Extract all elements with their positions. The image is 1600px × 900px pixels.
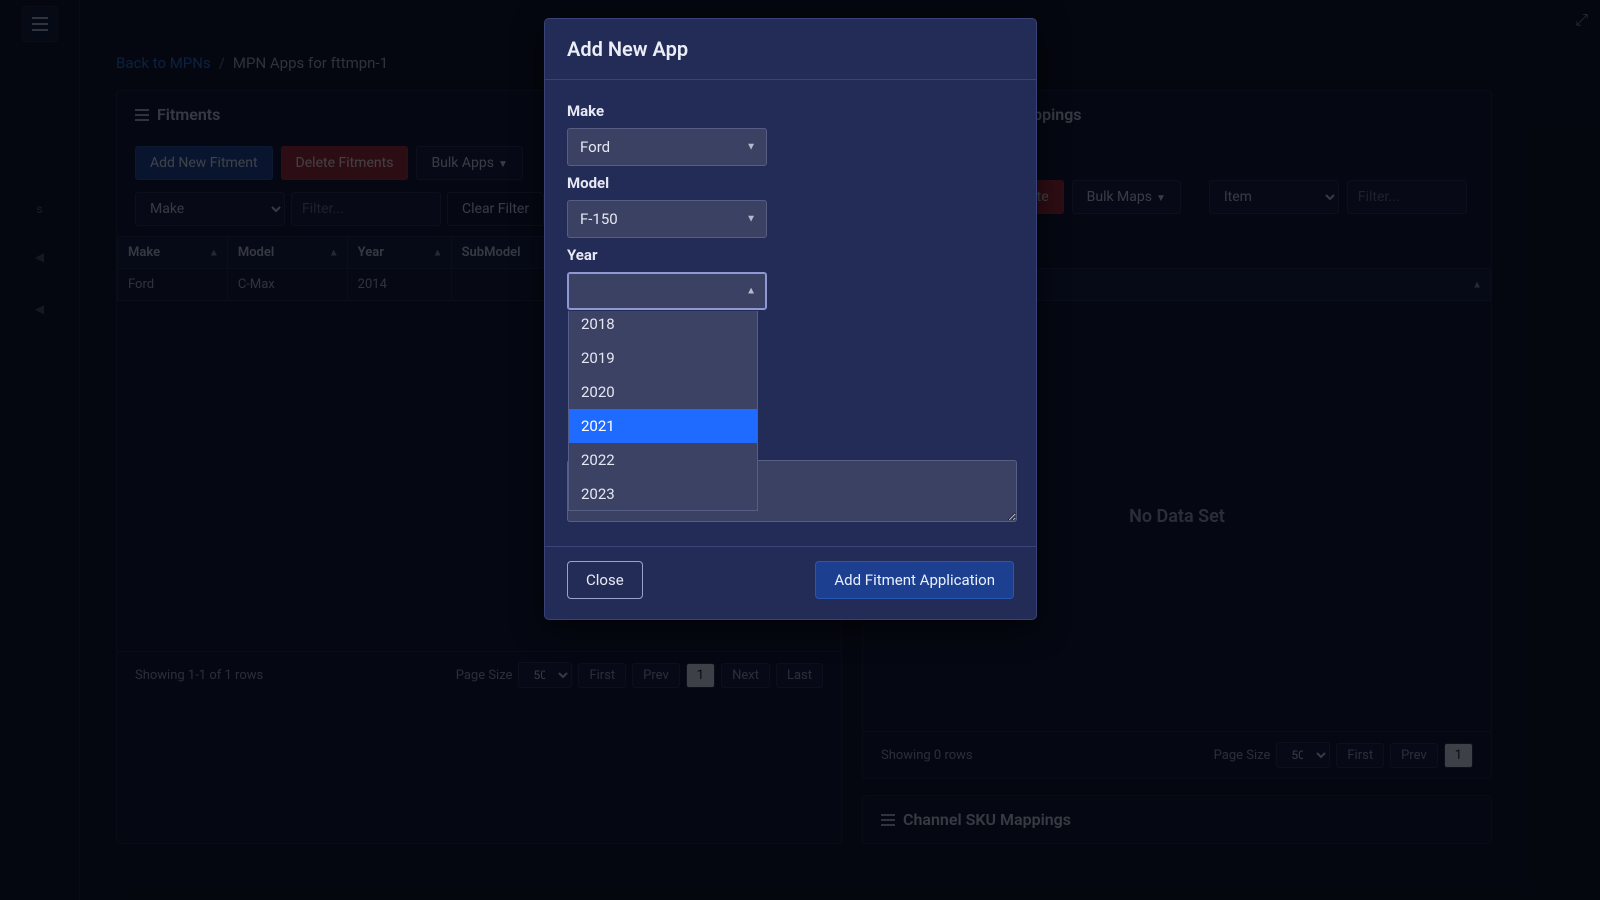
year-dropdown-scroll[interactable]: 201820192020202120222023 [569, 311, 757, 511]
model-select-value: F-150 [580, 210, 618, 228]
year-option[interactable]: 2023 [569, 477, 757, 511]
year-option[interactable]: 2019 [569, 341, 757, 375]
year-option[interactable]: 2022 [569, 443, 757, 477]
year-option[interactable]: 2021 [569, 409, 757, 443]
chevron-down-icon: ▼ [746, 142, 756, 153]
model-select[interactable]: F-150 ▼ [567, 200, 767, 238]
year-dropdown: 201820192020202120222023 [568, 311, 758, 511]
modal-title: Add New App [545, 19, 1036, 80]
model-label: Model [567, 174, 1014, 192]
year-select[interactable]: ▲ 201820192020202120222023 [567, 272, 767, 310]
year-label: Year [567, 246, 1014, 264]
make-select[interactable]: Ford ▼ [567, 128, 767, 166]
add-fitment-application-button[interactable]: Add Fitment Application [815, 561, 1014, 599]
make-label: Make [567, 102, 1014, 120]
close-button[interactable]: Close [567, 561, 643, 599]
chevron-down-icon: ▼ [746, 214, 756, 225]
year-option[interactable]: 2020 [569, 375, 757, 409]
year-option[interactable]: 2018 [569, 311, 757, 341]
chevron-up-icon: ▲ [746, 286, 756, 297]
add-new-app-modal: Add New App Make Ford ▼ Model F-150 ▼ Ye… [544, 18, 1037, 620]
make-select-value: Ford [580, 138, 610, 156]
